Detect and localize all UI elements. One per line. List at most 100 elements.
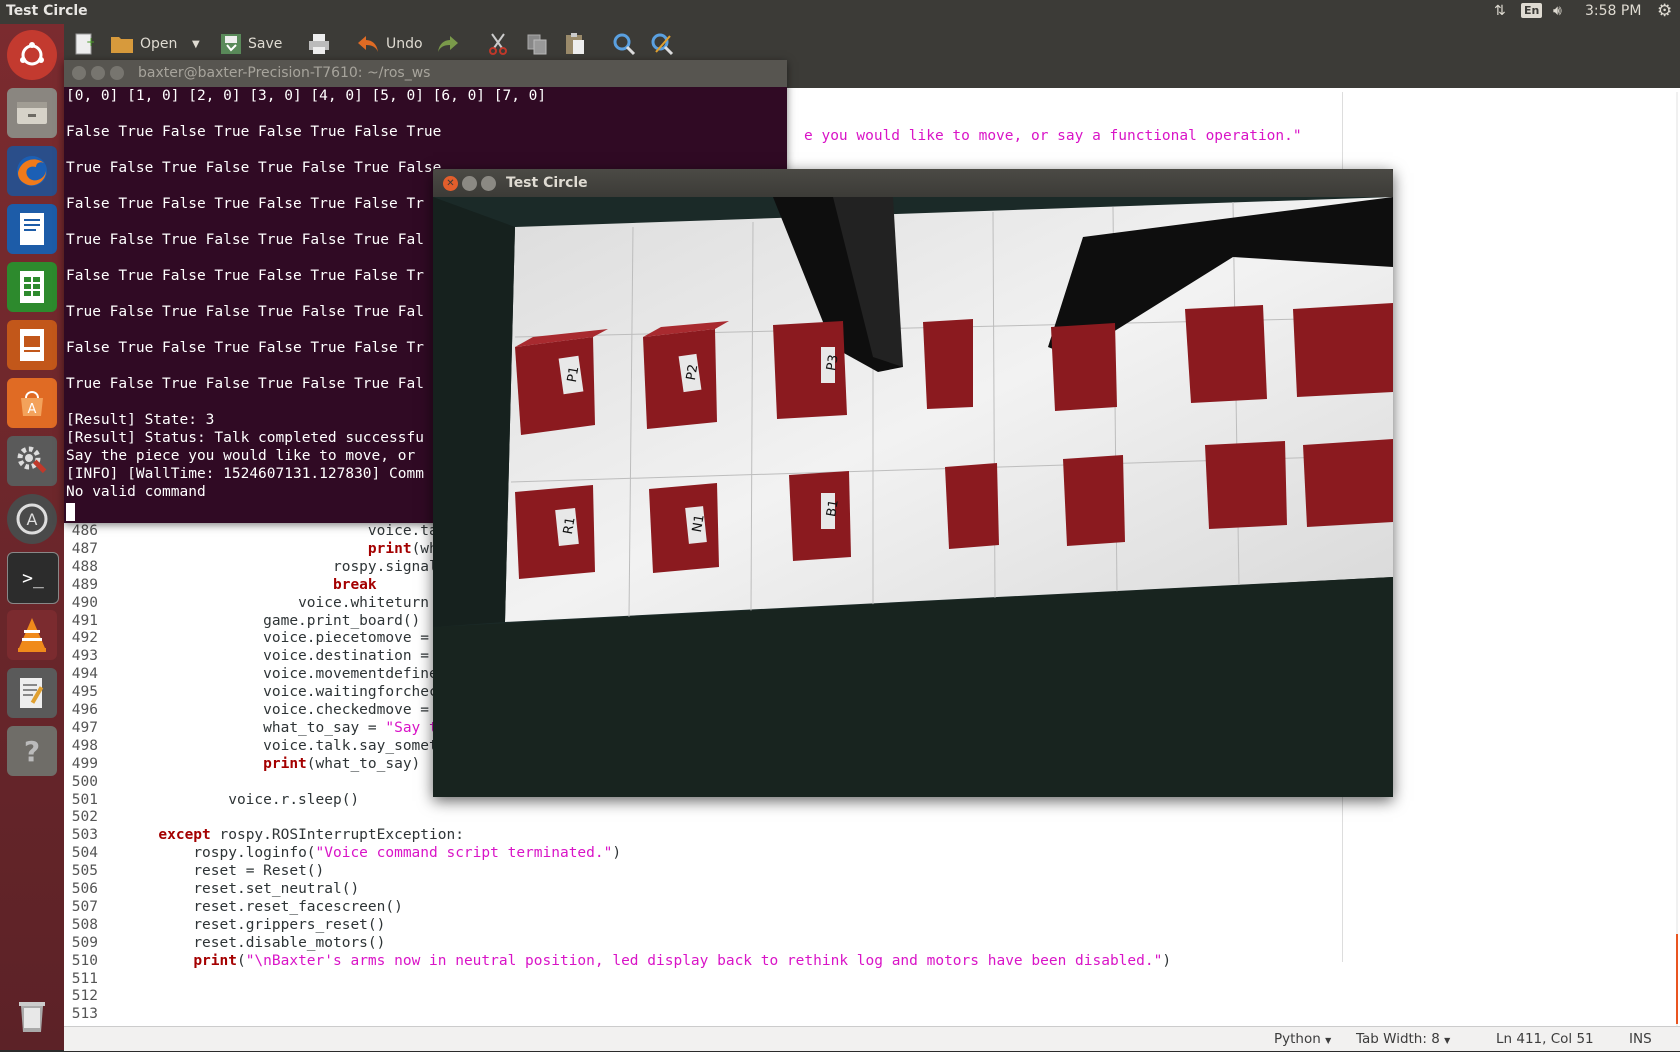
camera-titlebar[interactable]: ✕ Test Circle: [433, 169, 1393, 197]
chevron-down-icon: ▼: [1444, 1036, 1451, 1045]
paste-button[interactable]: [564, 30, 586, 58]
line-number: 509: [71, 934, 98, 951]
terminal-line: True False True False True False True Fa…: [66, 232, 424, 248]
gear-icon[interactable]: ⚙: [1657, 1, 1672, 21]
code-line: voice.tal: [106, 522, 447, 540]
open-dropdown-chevron-icon[interactable]: ▼: [192, 30, 200, 58]
save-button[interactable]: Save: [220, 30, 282, 58]
maximize-icon[interactable]: [110, 66, 124, 80]
help-icon[interactable]: ?: [7, 726, 57, 776]
code-token: ): [612, 845, 622, 862]
terminal-line: Say the piece you would like to move, or: [66, 448, 416, 464]
search-icon: [613, 33, 636, 56]
network-icon[interactable]: ⇅: [1494, 3, 1506, 19]
libreoffice-writer-icon[interactable]: [7, 204, 57, 254]
code-line: print(what_to_say): [106, 755, 420, 773]
terminal-line: False True False True False True False T…: [66, 340, 424, 356]
tab-width-selector[interactable]: Tab Width: 8 ▼: [1356, 1031, 1450, 1047]
terminal-line: False True False True False True False T…: [66, 196, 424, 212]
vlc-icon[interactable]: [7, 610, 57, 660]
ubuntu-software-icon[interactable]: A: [7, 378, 57, 428]
piece-label: B1: [824, 498, 842, 518]
code-line: voice.destination = ': [106, 647, 446, 665]
line-number: 493: [71, 648, 98, 665]
line-number: 512: [71, 988, 98, 1005]
terminal-line: No valid command: [66, 484, 206, 500]
cut-button[interactable]: [488, 30, 508, 58]
files-icon[interactable]: [7, 88, 57, 138]
code-token: (what_to_say): [306, 755, 421, 772]
minimize-icon[interactable]: [91, 66, 105, 80]
line-number: 502: [71, 809, 98, 826]
save-button-label: Save: [248, 36, 283, 52]
launcher: A A >_ ?: [0, 24, 64, 1050]
terminal-line: False True False True False True False T…: [66, 124, 442, 140]
clock[interactable]: 3:58 PM: [1585, 3, 1641, 19]
line-number: 508: [71, 916, 98, 933]
code-token: voice.movementdefined: [263, 666, 447, 683]
terminal-titlebar[interactable]: baxter@baxter-Precision-T7610: ~/ros_ws: [64, 60, 787, 87]
line-number: 505: [71, 863, 98, 880]
undo-button-label: Undo: [386, 36, 423, 52]
firefox-icon[interactable]: [7, 146, 57, 196]
code-line: reset.grippers_reset(): [106, 916, 385, 934]
maximize-icon[interactable]: [481, 176, 496, 191]
close-icon[interactable]: [72, 66, 86, 80]
line-number: 497: [71, 719, 98, 736]
code-line: voice.r.sleep(): [106, 791, 359, 809]
open-button[interactable]: Open: [110, 30, 177, 58]
find-replace-icon: [651, 33, 674, 56]
minimize-icon[interactable]: [462, 176, 477, 191]
libreoffice-impress-icon[interactable]: [7, 320, 57, 370]
camera-feed: P1 P2 P3 R1 N1 B1: [433, 197, 1393, 797]
line-number: 500: [71, 773, 98, 790]
redo-button[interactable]: [436, 30, 460, 58]
find-button[interactable]: [612, 30, 636, 58]
svg-text:A: A: [28, 402, 37, 417]
line-number: 504: [71, 845, 98, 862]
line-number: 510: [71, 952, 98, 969]
new-document-button[interactable]: +: [74, 30, 94, 58]
system-settings-icon[interactable]: [7, 436, 57, 486]
volume-icon[interactable]: 🔊︎: [1553, 3, 1562, 19]
folder-icon: [111, 37, 133, 53]
editor-scrollbar[interactable]: [1676, 92, 1678, 1042]
print-button[interactable]: [308, 30, 330, 58]
scrollbar-thumb[interactable]: [1676, 934, 1678, 1024]
code-token: rospy.loginfo(: [193, 845, 316, 862]
code-line: game.print_board(): [106, 612, 420, 630]
code-line: reset.reset_facescreen(): [106, 898, 403, 916]
ubuntu-dash-icon[interactable]: [7, 30, 57, 80]
terminal-line: [INFO] [WallTime: 1524607131.127830] Com…: [66, 466, 424, 482]
line-number: 494: [71, 666, 98, 683]
line-number: 511: [71, 970, 98, 987]
libreoffice-calc-icon[interactable]: [7, 262, 57, 312]
undo-button[interactable]: Undo: [356, 30, 423, 58]
camera-window-title: Test Circle: [506, 175, 588, 191]
close-icon[interactable]: ✕: [443, 176, 458, 191]
code-token: voice.piecetomove =: [263, 630, 438, 647]
keyboard-layout-indicator[interactable]: En: [1521, 3, 1543, 18]
code-token: voice.whiteturn =: [298, 594, 447, 611]
terminal-icon[interactable]: >_: [7, 552, 59, 604]
trash-icon[interactable]: [7, 990, 57, 1040]
software-updater-icon[interactable]: A: [7, 494, 57, 544]
editor-toolbar: + Open ▼ Save Undo: [64, 24, 1680, 64]
find-replace-button[interactable]: [650, 30, 674, 58]
language-selector[interactable]: Python ▼: [1274, 1031, 1331, 1047]
copy-button[interactable]: [526, 30, 548, 58]
code-token: rospy.signal_: [332, 558, 447, 575]
camera-window[interactable]: ✕ Test Circle P1 P2 P3 R1 N1 B1: [433, 169, 1393, 797]
text-editor-icon[interactable]: [7, 668, 57, 718]
terminal-line: False True False True False True False T…: [66, 268, 424, 284]
line-number: 495: [71, 684, 98, 701]
code-fragment-top: e you would like to move, or say a funct…: [804, 128, 1302, 144]
paste-icon: [566, 33, 584, 54]
code-token: (: [236, 952, 246, 969]
